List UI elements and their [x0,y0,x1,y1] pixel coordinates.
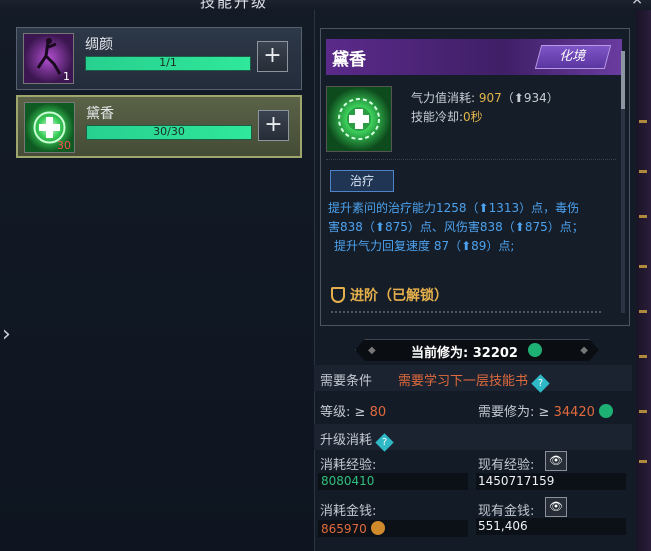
skill-level: 1 [63,70,70,83]
ornament-right-icon: ◆ [580,345,588,356]
current-exp-box: 1450717159 [476,473,626,490]
skill-name: 绸颜 [85,37,113,53]
window-title: 技能升级 [200,0,269,10]
dancer-skill-icon: 1 [23,33,74,84]
skill-level: 30 [57,139,71,152]
cultivation-icon [528,343,542,357]
current-money-label: 现有金钱: [478,504,535,519]
skill-item[interactable]: 1 绸颜 1/1 + [16,27,302,90]
desc-line: 提升素问的治疗能力1258（⬆1313）点，毒伤 [328,201,580,215]
advanced-section-title: 进阶（已解锁） [331,285,448,305]
desc-line: 害838（⬆875）点、风伤害838（⬆875）点； [328,220,584,234]
exp-cost-label: 消耗经验: [320,458,377,473]
expand-arrow-icon[interactable]: › [2,322,16,347]
scrollbar[interactable] [621,51,625,313]
add-skill-button[interactable]: + [257,41,288,72]
current-exp-value: 1450717159 [478,474,555,488]
need-book-text: 需要学习下一层技能书? [398,370,550,393]
heal-skill-icon [326,86,392,152]
eye-icon[interactable]: 👁 [545,497,567,517]
current-exp-label: 现有经验: [478,458,535,473]
help-icon[interactable]: ? [531,374,550,393]
exp-cost-box: 8080410 [318,473,468,490]
skill-list-panel [0,10,314,551]
current-money-value: 551,406 [478,519,528,533]
realm-badge: 化境 [534,45,612,69]
skill-stats: 气力值消耗: 907（⬆934） 技能冷却:0秒 [411,89,559,127]
cultivation-label: 当前修为: 32202 [411,346,518,361]
skill-type-tag: 治疗 [330,170,394,192]
cultivation-required-value: 34420 [553,405,595,420]
current-cultivation-bar: ◆ 当前修为: 32202 ◆ [355,339,599,361]
skill-progress-bar: 1/1 [85,56,251,71]
eye-icon[interactable]: 👁 [545,451,567,471]
skill-detail-card: 黛香 化境 气力值消耗: 907（⬆934） 技能冷却:0秒 治疗 提升素问的治… [320,28,630,326]
qi-cost-next: （⬆934） [501,91,559,105]
heal-skill-icon: 30 [24,102,75,153]
skill-description: 提升素问的治疗能力1258（⬆1313）点，毒伤 害838（⬆875）点、风伤害… [328,199,620,256]
qi-cost-value: 907 [478,91,502,105]
window-titlebar: 技能升级 × [0,0,651,10]
skill-progress-text: 30/30 [153,125,185,138]
requirements-row: 等级: ≥ 80 需要修为: ≥ 34420 [314,397,632,421]
desc-line: 提升气力回复速度 87（⬆89）点; [334,239,515,253]
cooldown-value: 0秒 [463,110,483,124]
exp-cost-value: 8080410 [321,474,375,488]
cooldown-label: 技能冷却: [411,110,464,124]
money-cost-box: 865970 [318,520,468,537]
requirements-header: 需要条件 需要学习下一层技能书? [314,365,632,393]
cultivation-requirement: 需要修为: ≥ 34420 [478,401,613,420]
scrollbar-thumb[interactable] [621,51,625,109]
side-edge-decor [636,10,651,551]
cost-header: 升级消耗? [314,424,632,452]
faded-text-placeholder [331,311,601,323]
help-icon[interactable]: ? [375,433,394,452]
skill-detail-header: 黛香 化境 [326,39,622,75]
skill-name: 黛香 [86,106,114,122]
cultivation-icon [598,404,613,418]
skill-progress-text: 1/1 [159,56,177,69]
cultivation-value: 32202 [472,346,518,361]
skill-detail-name: 黛香 [332,50,366,70]
money-cost-label: 消耗金钱: [320,504,377,519]
add-skill-button[interactable]: + [258,110,289,141]
close-button[interactable]: × [631,0,643,8]
skill-item-selected[interactable]: 30 黛香 30/30 + [16,95,302,158]
current-money-box: 551,406 [476,518,626,535]
money-cost-value: 865970 [321,521,385,536]
level-required-value: 80 [369,405,387,420]
divider [326,159,616,160]
cost-title: 升级消耗? [320,429,394,452]
advanced-label: 进阶（已解锁） [350,288,448,304]
requirements-title: 需要条件 [320,374,373,389]
ornament-left-icon: ◆ [368,345,376,356]
coin-icon [370,521,385,535]
qi-cost-label: 气力值消耗: [411,91,476,105]
level-requirement: 等级: ≥ 80 [320,405,387,420]
skill-progress-bar: 30/30 [86,125,252,140]
shield-icon [331,287,345,303]
